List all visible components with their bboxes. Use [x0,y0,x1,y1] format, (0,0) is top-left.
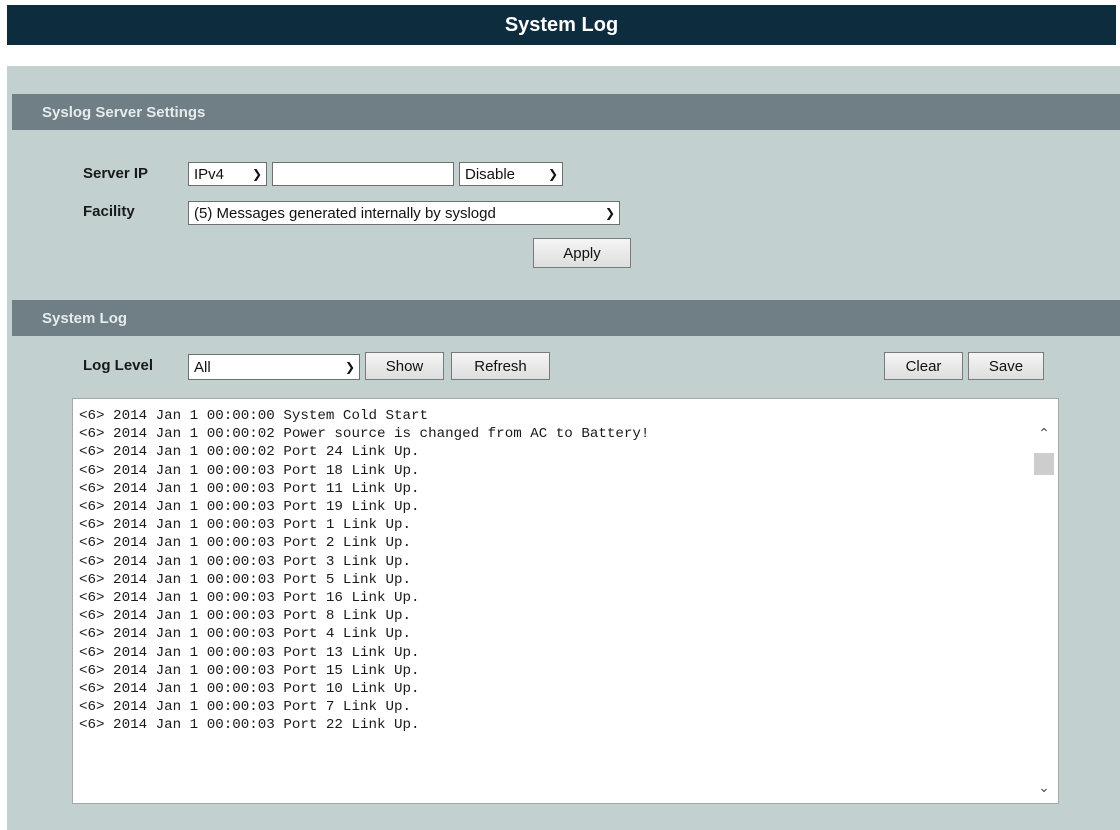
log-entry: <6> 2014 Jan 1 00:00:03 Port 3 Link Up. [79,553,412,570]
log-entry: <6> 2014 Jan 1 00:00:03 Port 10 Link Up. [79,681,420,698]
scroll-thumb[interactable] [1034,453,1054,475]
system-log-header: System Log [12,300,1120,336]
log-entry: <6> 2014 Jan 1 00:00:03 Port 8 Link Up. [79,608,412,625]
log-entry: <6> 2014 Jan 1 00:00:03 Port 13 Link Up. [79,644,420,661]
chevron-down-icon: ❯ [344,360,355,374]
facility-label: Facility [83,203,135,220]
server-mode-value: Disable [465,165,516,183]
show-button[interactable]: Show [365,352,444,380]
log-entry: <6> 2014 Jan 1 00:00:02 Power source is … [79,426,650,443]
log-entry: <6> 2014 Jan 1 00:00:02 Port 24 Link Up. [79,444,420,461]
log-scrollbar[interactable]: ⌃ ⌄ [1032,401,1056,801]
log-entry: <6> 2014 Jan 1 00:00:03 Port 11 Link Up. [79,480,420,497]
save-button[interactable]: Save [968,352,1044,380]
log-entry: <6> 2014 Jan 1 00:00:03 Port 15 Link Up. [79,662,420,679]
log-entry: <6> 2014 Jan 1 00:00:00 System Cold Star… [79,408,429,424]
log-entry: <6> 2014 Jan 1 00:00:03 Port 22 Link Up. [79,717,420,734]
syslog-settings-header: Syslog Server Settings [12,94,1120,130]
log-entry: <6> 2014 Jan 1 00:00:03 Port 1 Link Up. [79,517,412,534]
chevron-down-icon: ❯ [251,167,262,181]
page-title: System Log [504,13,619,36]
log-entry: <6> 2014 Jan 1 00:00:03 Port 5 Link Up. [79,571,412,588]
ip-version-value: IPv4 [194,165,225,183]
log-entry: <6> 2014 Jan 1 00:00:03 Port 7 Link Up. [79,699,412,716]
facility-select[interactable]: (5) Messages generated internally by sys… [188,201,620,225]
facility-value: (5) Messages generated internally by sys… [194,204,496,222]
log-entry: <6> 2014 Jan 1 00:00:03 Port 19 Link Up. [79,499,420,516]
refresh-button[interactable]: Refresh [451,352,550,380]
log-level-value: All [194,358,211,376]
server-ip-label: Server IP [83,165,149,182]
chevron-down-icon: ❯ [547,167,558,181]
page-title-bar: System Log [7,5,1116,45]
ip-version-select[interactable]: IPv4 ❯ [188,162,267,186]
clear-button[interactable]: Clear [884,352,963,380]
log-entry: <6> 2014 Jan 1 00:00:03 Port 2 Link Up. [79,535,412,552]
log-level-select[interactable]: All ❯ [188,354,360,380]
server-mode-select[interactable]: Disable ❯ [459,162,563,186]
apply-button[interactable]: Apply [533,238,631,268]
server-ip-input[interactable] [272,162,454,186]
log-entry: <6> 2014 Jan 1 00:00:03 Port 4 Link Up. [79,626,412,643]
chevron-up-icon[interactable]: ⌃ [1032,423,1056,443]
system-log-box[interactable]: <6> 2014 Jan 1 00:00:00 System Cold Star… [72,398,1059,804]
chevron-down-icon: ❯ [604,206,615,220]
log-entry: <6> 2014 Jan 1 00:00:03 Port 16 Link Up. [79,590,420,607]
log-level-label: Log Level [83,357,154,374]
syslog-settings-title: Syslog Server Settings [42,103,206,121]
system-log-title: System Log [42,309,128,327]
log-entry: <6> 2014 Jan 1 00:00:03 Port 18 Link Up. [79,462,420,479]
log-entries: <6> 2014 Jan 1 00:00:00 System Cold Star… [79,407,1028,799]
chevron-down-icon[interactable]: ⌄ [1032,777,1056,797]
